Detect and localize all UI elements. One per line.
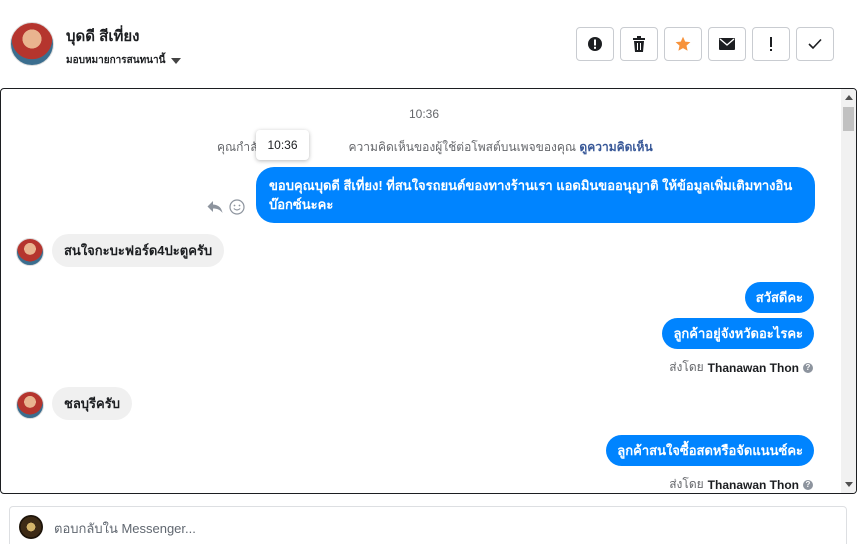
incoming-message[interactable]: สนใจกะบะฟอร์ด4ปะตูครับ	[52, 234, 225, 267]
help-icon[interactable]: ?	[803, 362, 813, 373]
mark-unread-button[interactable]	[708, 27, 746, 61]
view-comment-link[interactable]: ดูความคิดเห็น	[579, 140, 652, 154]
customer-avatar	[16, 238, 44, 266]
sent-by-label: ส่งโดย Thanawan Thon ?	[669, 358, 813, 377]
follow-up-button[interactable]	[752, 27, 790, 61]
caret-down-icon	[171, 57, 182, 64]
page-avatar	[19, 515, 43, 539]
check-icon	[808, 38, 822, 50]
reply-input[interactable]	[54, 517, 814, 539]
conversation-header: บุดดี สีเที่ยง มอบหมายการสนทนานี้	[0, 0, 857, 88]
thread-scrollbar[interactable]	[841, 89, 856, 493]
message-actions	[207, 199, 245, 220]
outgoing-message[interactable]: สวัสดีคะ	[744, 282, 814, 313]
outgoing-message[interactable]: ขอบคุณบุดดี สีเที่ยง! ที่สนใจรถยนต์ของทา…	[256, 167, 815, 223]
emoji-reaction-icon[interactable]	[229, 199, 245, 220]
help-icon[interactable]: ?	[803, 479, 813, 490]
exclamation-icon	[768, 36, 774, 52]
scroll-thumb[interactable]	[843, 107, 854, 131]
alert-circle-icon	[587, 36, 603, 52]
envelope-icon	[719, 38, 735, 50]
trash-icon	[632, 36, 646, 52]
delete-button[interactable]	[620, 27, 658, 61]
mark-spam-button[interactable]	[576, 27, 614, 61]
scroll-up-arrow-icon[interactable]	[845, 95, 853, 100]
sent-by-prefix: ส่งโดย	[669, 477, 704, 491]
reply-composer	[9, 506, 847, 544]
conversation-toolbar	[576, 27, 834, 61]
outgoing-message[interactable]: ลูกค้าสนใจซื้อสดหรือจัดแนนซ์คะ	[606, 435, 814, 466]
message-thread[interactable]: 10:36 คุณกำลั ความคิดเห็นของผู้ใช้ต่อโพสต…	[0, 88, 857, 494]
reply-icon[interactable]	[207, 200, 223, 219]
star-button[interactable]	[664, 27, 702, 61]
sent-by-prefix: ส่งโดย	[669, 360, 704, 374]
system-note-prefix: คุณกำลั	[217, 140, 258, 154]
sent-by-label: ส่งโดย Thanawan Thon ?	[669, 475, 813, 493]
star-icon	[675, 36, 691, 52]
contact-name[interactable]: บุดดี สีเที่ยง	[66, 24, 139, 48]
agent-name[interactable]: Thanawan Thon	[708, 361, 799, 375]
system-note-text: ความคิดเห็นของผู้ใช้ต่อโพสต์บนเพจของคุณ	[348, 140, 577, 154]
assign-conversation-dropdown[interactable]: มอบหมายการสนทนานี้	[66, 53, 182, 68]
incoming-message[interactable]: ชลบุรีครับ	[52, 387, 132, 420]
outgoing-message[interactable]: ลูกค้าอยู่จังหวัดอะไรคะ	[662, 318, 814, 349]
scroll-down-arrow-icon[interactable]	[845, 482, 853, 487]
contact-avatar[interactable]	[10, 22, 54, 66]
assign-label: มอบหมายการสนทนานี้	[66, 55, 166, 66]
timestamp-tooltip: 10:36	[256, 130, 309, 160]
mark-done-button[interactable]	[796, 27, 834, 61]
thread-timestamp: 10:36	[408, 107, 440, 121]
customer-avatar	[16, 391, 44, 419]
agent-name[interactable]: Thanawan Thon	[708, 478, 799, 492]
